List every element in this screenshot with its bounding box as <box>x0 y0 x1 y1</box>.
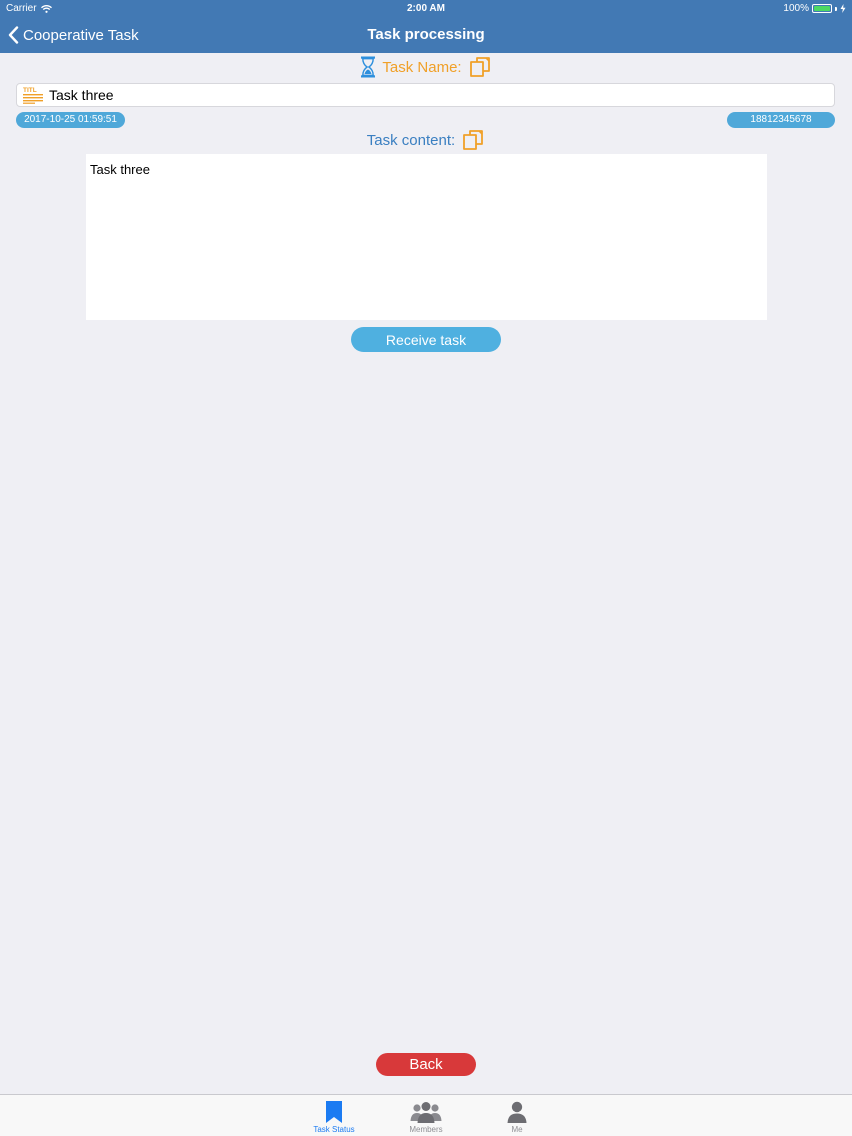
copy-task-content-button[interactable] <box>461 128 485 152</box>
members-icon <box>410 1102 442 1123</box>
charging-icon <box>840 4 846 13</box>
task-content-header: Task content: <box>0 128 852 152</box>
back-nav-label: Cooperative Task <box>23 26 139 44</box>
task-content-textarea[interactable]: Task three <box>90 162 763 312</box>
tab-members-label: Members <box>409 1125 443 1134</box>
bookmark-icon <box>326 1101 342 1123</box>
receive-task-button[interactable]: Receive task <box>351 327 501 352</box>
tab-members[interactable]: Members <box>381 1095 471 1136</box>
back-nav-button[interactable]: Cooperative Task <box>8 17 139 53</box>
nav-bar: Cooperative Task Task processing <box>0 17 852 53</box>
svg-text:TITL: TITL <box>23 87 37 94</box>
tab-me[interactable]: Me <box>472 1095 562 1136</box>
task-content-label: Task content: <box>366 131 456 149</box>
copy-icon <box>463 130 484 150</box>
tab-bar: Task Status Members Me <box>0 1094 852 1136</box>
tab-me-label: Me <box>511 1125 523 1134</box>
battery-indicator: 100% <box>783 0 846 17</box>
hourglass-icon <box>361 56 376 78</box>
tab-task-status[interactable]: Task Status <box>289 1095 379 1136</box>
wifi-icon <box>40 4 52 13</box>
task-content-box: Task three <box>86 154 767 320</box>
carrier-indicator: Carrier <box>6 0 52 17</box>
navigation-header: Carrier 2:00 AM 100% Cooperative Task Ta… <box>0 0 852 53</box>
task-name-header: Task Name: <box>0 55 852 79</box>
copy-task-name-button[interactable] <box>468 55 492 79</box>
person-icon <box>507 1101 527 1123</box>
back-button[interactable]: Back <box>376 1053 476 1076</box>
chevron-left-icon <box>8 26 19 44</box>
carrier-label: Carrier <box>6 3 37 14</box>
task-name-input[interactable] <box>49 85 819 105</box>
task-name-field: TITL <box>16 83 835 107</box>
task-date-badge: 2017-10-25 01:59:51 <box>16 112 125 128</box>
battery-percent: 100% <box>783 3 809 14</box>
copy-icon <box>469 57 490 77</box>
task-phone-badge: 18812345678 <box>727 112 835 128</box>
status-bar: Carrier 2:00 AM 100% <box>0 0 852 17</box>
battery-icon <box>812 4 832 13</box>
status-time: 2:00 AM <box>407 3 445 14</box>
tab-task-status-label: Task Status <box>313 1125 355 1134</box>
title-icon: TITL <box>23 87 43 104</box>
task-name-label: Task Name: <box>382 58 462 76</box>
